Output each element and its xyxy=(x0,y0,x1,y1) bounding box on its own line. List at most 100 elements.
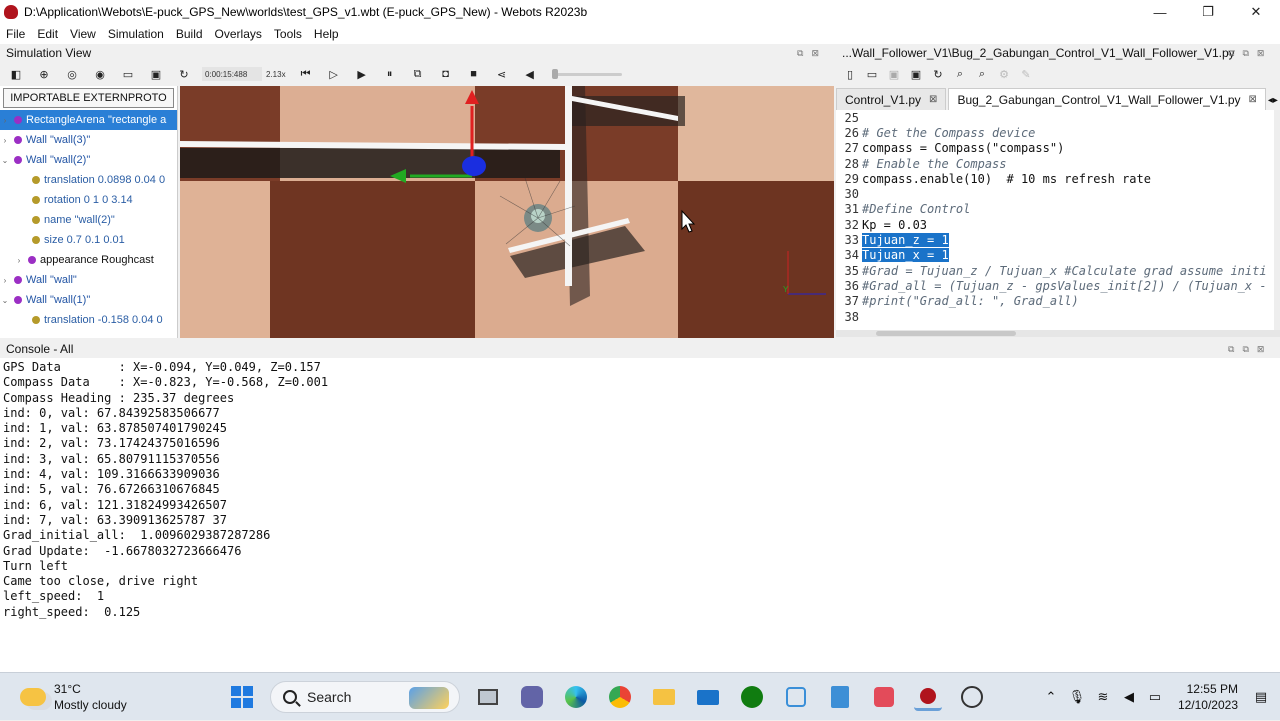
tree-field-translation[interactable]: translation 0.0898 0.04 0 xyxy=(0,170,177,190)
chrome-icon[interactable] xyxy=(606,683,634,711)
step-icon[interactable]: ▷ xyxy=(324,65,344,83)
expand-icon[interactable]: › xyxy=(0,276,10,285)
share-icon[interactable]: ⋖ xyxy=(492,65,512,83)
code-editor[interactable]: 25 26 # Get the Compass device 27 compass … xyxy=(836,110,1274,330)
close-pane-icon[interactable]: ⊠ xyxy=(1257,344,1265,355)
reload-world-icon[interactable]: ↻ xyxy=(174,65,194,83)
console-output[interactable]: GPS Data : X=-0.094, Y=0.049, Z=0.157 Com… xyxy=(0,358,1280,672)
find-icon[interactable]: ⌕ xyxy=(950,65,970,83)
tab-control-v1[interactable]: Control_V1.py ⊠ xyxy=(836,88,947,110)
menu-tools[interactable]: Tools xyxy=(268,27,308,41)
battery-icon[interactable]: ▭ xyxy=(1144,686,1166,708)
tree-item-wall[interactable]: › Wall "wall" xyxy=(0,270,177,290)
3d-viewport[interactable]: Y xyxy=(180,86,834,338)
tree-field-name[interactable]: name "wall(2)" xyxy=(0,210,177,230)
menu-build[interactable]: Build xyxy=(170,27,209,41)
save-world-icon[interactable]: ▣ xyxy=(146,65,166,83)
file-explorer-icon[interactable] xyxy=(650,683,678,711)
weather-widget[interactable]: 31°C Mostly cloudy xyxy=(20,681,127,713)
float-pane-icon[interactable]: ⧉ xyxy=(1228,344,1234,355)
tree-item-rectangle-arena[interactable]: › RectangleArena "rectangle a xyxy=(0,110,177,130)
speaker-icon[interactable]: ◀ xyxy=(1118,686,1140,708)
fast-icon[interactable]: ⧉ xyxy=(408,65,428,83)
webots-taskbar-icon[interactable] xyxy=(914,683,942,711)
start-button[interactable] xyxy=(228,683,256,711)
tree-item-label: Wall "wall(3)" xyxy=(26,134,91,146)
notepad-icon[interactable] xyxy=(826,683,854,711)
tree-item-wall-2[interactable]: ⌄ Wall "wall(2)" xyxy=(0,150,177,170)
expand-icon[interactable]: › xyxy=(14,256,24,265)
snipping-tool-icon[interactable] xyxy=(870,683,898,711)
collapse-icon[interactable]: ⌄ xyxy=(0,156,10,165)
minimize-button[interactable]: — xyxy=(1136,0,1184,24)
wifi-icon[interactable]: ≋ xyxy=(1092,686,1114,708)
taskbar-search[interactable]: Search xyxy=(270,681,460,713)
open-file-icon[interactable]: ▭ xyxy=(862,65,882,83)
eye-icon[interactable]: ◉ xyxy=(90,65,110,83)
menu-file[interactable]: File xyxy=(0,27,31,41)
save-as-icon[interactable]: ▣ xyxy=(906,65,926,83)
float-pane-icon[interactable]: ⧉ xyxy=(1228,48,1234,59)
mail-icon[interactable] xyxy=(694,683,722,711)
editor-vertical-scrollbar[interactable] xyxy=(1274,110,1280,330)
tab-label: Control_V1.py xyxy=(845,92,922,107)
tree-item-wall-1[interactable]: ⌄ Wall "wall(1)" xyxy=(0,290,177,310)
reset-node-icon[interactable]: ◎ xyxy=(62,65,82,83)
expand-icon[interactable]: › xyxy=(0,136,10,145)
float-pane-icon[interactable]: ⧉ xyxy=(797,48,803,59)
save-file-icon[interactable]: ▣ xyxy=(884,65,904,83)
menu-edit[interactable]: Edit xyxy=(31,27,64,41)
teams-icon[interactable] xyxy=(518,683,546,711)
edge-icon[interactable] xyxy=(562,683,590,711)
toggle-scene-tree-icon[interactable]: ◧ xyxy=(6,65,26,83)
expand-icon[interactable]: › xyxy=(0,116,10,125)
close-button[interactable]: ✕ xyxy=(1232,0,1280,24)
photos-icon[interactable] xyxy=(782,683,810,711)
tab-scroll-arrows-icon[interactable]: ◂▸ xyxy=(1268,95,1280,110)
build-icon[interactable]: ⚙ xyxy=(994,65,1014,83)
revert-icon[interactable]: ↻ xyxy=(928,65,948,83)
pause-icon[interactable]: ⏸ xyxy=(380,65,400,83)
maximize-pane-icon[interactable]: ⧉ xyxy=(1242,48,1248,59)
task-view-icon[interactable] xyxy=(474,683,502,711)
line-number: 29 xyxy=(844,171,859,186)
maximize-pane-icon[interactable]: ⧉ xyxy=(1242,344,1248,355)
replace-icon[interactable]: ⌕ xyxy=(972,65,992,83)
close-tab-icon[interactable]: ⊠ xyxy=(929,94,937,105)
close-tab-icon[interactable]: ⊠ xyxy=(1249,94,1257,105)
menu-overlays[interactable]: Overlays xyxy=(209,27,268,41)
play-icon[interactable]: ▶ xyxy=(352,65,372,83)
tab-bug2-gabungan[interactable]: Bug_2_Gabungan_Control_V1_Wall_Follower_… xyxy=(948,88,1266,110)
notification-icon[interactable]: ▤ xyxy=(1250,686,1272,708)
close-pane-icon[interactable]: ⊠ xyxy=(1257,48,1265,59)
add-node-icon[interactable]: ⊕ xyxy=(34,65,54,83)
record-movie-icon[interactable]: ■ xyxy=(464,65,484,83)
chevron-up-icon[interactable]: ⌃ xyxy=(1040,686,1062,708)
tree-field-translation[interactable]: translation -0.158 0.04 0 xyxy=(0,310,177,330)
screenshot-icon[interactable]: ◘ xyxy=(436,65,456,83)
reset-simulation-icon[interactable]: ⏮ xyxy=(296,65,316,83)
simulation-speed: 2.13x xyxy=(266,69,286,79)
microphone-icon[interactable]: 🎙 xyxy=(1066,686,1088,708)
obs-icon[interactable] xyxy=(958,683,986,711)
volume-slider[interactable] xyxy=(551,68,622,79)
close-pane-icon[interactable]: ⊠ xyxy=(811,48,819,59)
tree-item-wall-3[interactable]: › Wall "wall(3)" xyxy=(0,130,177,150)
menu-view[interactable]: View xyxy=(64,27,102,41)
menu-help[interactable]: Help xyxy=(308,27,345,41)
tree-item-appearance[interactable]: › appearance Roughcast xyxy=(0,250,177,270)
taskbar-clock[interactable]: 12:55 PM 12/10/2023 xyxy=(1178,681,1238,713)
editor-horizontal-scrollbar[interactable] xyxy=(836,330,1280,337)
clean-icon[interactable]: ✎ xyxy=(1016,65,1036,83)
tree-field-rotation[interactable]: rotation 0 1 0 3.14 xyxy=(0,190,177,210)
xbox-icon[interactable] xyxy=(738,683,766,711)
menu-simulation[interactable]: Simulation xyxy=(102,27,170,41)
tree-field-size[interactable]: size 0.7 0.1 0.01 xyxy=(0,230,177,250)
open-world-icon[interactable]: ▭ xyxy=(118,65,138,83)
z-axis-handle[interactable] xyxy=(462,156,486,176)
maximize-button[interactable]: ❐ xyxy=(1184,0,1232,24)
importable-externproto-button[interactable]: IMPORTABLE EXTERNPROTO xyxy=(3,88,174,108)
volume-icon[interactable]: ◀ xyxy=(520,65,540,83)
new-file-icon[interactable]: ▯ xyxy=(840,65,860,83)
collapse-icon[interactable]: ⌄ xyxy=(0,296,10,305)
